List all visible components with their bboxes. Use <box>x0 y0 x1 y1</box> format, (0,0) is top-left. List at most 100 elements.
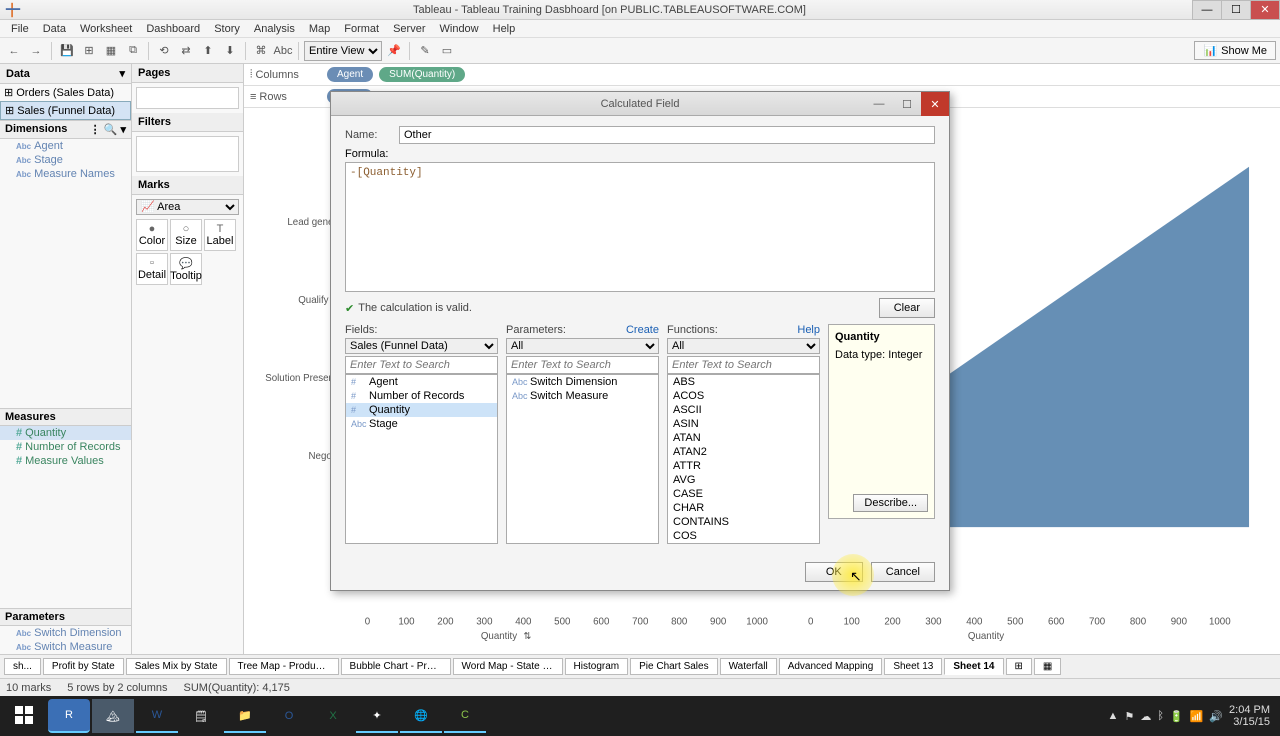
sheet-tab[interactable]: Histogram <box>565 658 629 675</box>
tray-up-icon[interactable]: ▲ <box>1108 710 1119 722</box>
taskbar-chrome[interactable]: 🌐 <box>400 699 442 733</box>
create-parameter-link[interactable]: Create <box>626 324 659 336</box>
sort-desc-button[interactable]: ⬇ <box>220 41 240 61</box>
sheet-tab[interactable]: Pie Chart Sales <box>630 658 717 675</box>
pill-agent[interactable]: Agent <box>327 67 373 82</box>
sheet-tab[interactable]: Sheet 13 <box>884 658 942 675</box>
parameter-field[interactable]: Switch Measure <box>0 640 131 654</box>
field-list-item[interactable]: #Agent <box>346 375 497 389</box>
cancel-button[interactable]: Cancel <box>871 562 935 582</box>
dimension-field[interactable]: Measure Names <box>0 167 131 181</box>
tray-bluetooth-icon[interactable]: ᛒ <box>1157 710 1164 722</box>
function-list-item[interactable]: AVG <box>668 473 819 487</box>
menu-file[interactable]: File <box>4 23 36 35</box>
clear-button[interactable]: Clear <box>879 298 935 318</box>
duplicate-button[interactable]: ⧉ <box>123 41 143 61</box>
menu-server[interactable]: Server <box>386 23 432 35</box>
field-list-item[interactable]: AbcStage <box>346 417 497 431</box>
dimension-field[interactable]: Stage <box>0 153 131 167</box>
taskbar-photos[interactable]: 🏔 <box>92 699 134 733</box>
functions-help-link[interactable]: Help <box>797 324 820 336</box>
function-list-item[interactable]: CONTAINS <box>668 515 819 529</box>
menu-map[interactable]: Map <box>302 23 337 35</box>
marks-type-select[interactable]: 📈 Area <box>136 199 239 215</box>
function-list-item[interactable]: CHAR <box>668 501 819 515</box>
group-button[interactable]: ⌘ <box>251 41 271 61</box>
fields-search-input[interactable] <box>345 356 498 374</box>
pages-shelf[interactable] <box>136 87 239 109</box>
field-list-item[interactable]: #Number of Records <box>346 389 497 403</box>
fields-list[interactable]: #Agent#Number of Records#QuantityAbcStag… <box>345 374 498 544</box>
parameter-field[interactable]: Switch Dimension <box>0 626 131 640</box>
taskbar-tableau[interactable]: ✦ <box>356 699 398 733</box>
sheet-tab[interactable]: Profit by State <box>43 658 124 675</box>
clear-shelf-button[interactable]: ⟲ <box>154 41 174 61</box>
menu-format[interactable]: Format <box>337 23 386 35</box>
new-sheet-button[interactable]: ⊞ <box>1006 658 1032 675</box>
marks-color-button[interactable]: ●Color <box>136 219 168 251</box>
taskbar-outlook[interactable]: O <box>268 699 310 733</box>
save-button[interactable]: 💾 <box>57 41 77 61</box>
new-data-button[interactable]: ⊞ <box>79 41 99 61</box>
dialog-minimize-button[interactable]: — <box>865 92 893 116</box>
funcs-search-input[interactable] <box>667 356 820 374</box>
sheet-tab[interactable]: Sheet 14 <box>944 658 1003 675</box>
menu-window[interactable]: Window <box>433 23 486 35</box>
close-button[interactable]: ✕ <box>1250 0 1280 20</box>
param-list-item[interactable]: AbcSwitch Dimension <box>507 375 658 389</box>
sheet-tab[interactable]: Tree Map - Product Sub ... <box>229 658 339 675</box>
tray-flag-icon[interactable]: ⚑ <box>1124 710 1134 723</box>
menu-dashboard[interactable]: Dashboard <box>139 23 207 35</box>
sheet-tab[interactable]: Bubble Chart - Product ... <box>341 658 451 675</box>
formula-textarea[interactable]: -[Quantity] <box>345 162 935 292</box>
data-source-item[interactable]: ⊞Sales (Funnel Data) <box>0 101 131 120</box>
label-button[interactable]: Abc <box>273 41 293 61</box>
function-list-item[interactable]: ABS <box>668 375 819 389</box>
marks-tooltip-button[interactable]: 💬Tooltip <box>170 253 202 285</box>
tray-battery-icon[interactable]: 🔋 <box>1170 710 1184 723</box>
pill-sum-quantity[interactable]: SUM(Quantity) <box>379 67 465 82</box>
marks-size-button[interactable]: ○Size <box>170 219 202 251</box>
menu-help[interactable]: Help <box>486 23 523 35</box>
data-source-item[interactable]: ⊞Orders (Sales Data) <box>0 84 131 101</box>
taskbar-excel[interactable]: X <box>312 699 354 733</box>
forward-button[interactable]: → <box>26 41 46 61</box>
dimension-field[interactable]: Agent <box>0 139 131 153</box>
tray-sync-icon[interactable]: ☁ <box>1140 710 1151 723</box>
marks-label-button[interactable]: TLabel <box>204 219 236 251</box>
taskbar-word[interactable]: W <box>136 699 178 733</box>
menu-worksheet[interactable]: Worksheet <box>73 23 139 35</box>
measure-field[interactable]: Quantity <box>0 426 131 440</box>
field-list-item[interactable]: #Quantity <box>346 403 497 417</box>
taskbar-camtasia[interactable]: C <box>444 699 486 733</box>
pin-button[interactable]: 📌 <box>384 41 404 61</box>
filters-shelf[interactable] <box>136 136 239 172</box>
minimize-button[interactable]: — <box>1192 0 1222 20</box>
taskbar-notes[interactable]: 🗒 <box>180 699 222 733</box>
params-search-input[interactable] <box>506 356 659 374</box>
highlight-button[interactable]: ✎ <box>415 41 435 61</box>
sheet-tab[interactable]: Waterfall <box>720 658 777 675</box>
function-list-item[interactable]: ACOS <box>668 389 819 403</box>
taskbar-clock[interactable]: 2:04 PM3/15/15 <box>1229 704 1270 728</box>
presentation-button[interactable]: ▭ <box>437 41 457 61</box>
params-source-select[interactable]: All <box>506 338 659 354</box>
describe-button[interactable]: Describe... <box>853 494 928 512</box>
new-dashboard-button[interactable]: ▦ <box>1034 658 1061 675</box>
show-me-button[interactable]: 📊Show Me <box>1194 41 1276 60</box>
measure-field[interactable]: Number of Records <box>0 440 131 454</box>
measure-field[interactable]: Measure Values <box>0 454 131 468</box>
function-list-item[interactable]: CASE <box>668 487 819 501</box>
new-sheet-button[interactable]: ▦ <box>101 41 121 61</box>
param-list-item[interactable]: AbcSwitch Measure <box>507 389 658 403</box>
start-button[interactable] <box>4 699 46 733</box>
sheet-tab[interactable]: Sales Mix by State <box>126 658 227 675</box>
function-list-item[interactable]: ATAN2 <box>668 445 819 459</box>
function-list-item[interactable]: ATAN <box>668 431 819 445</box>
tray-sound-icon[interactable]: 🔊 <box>1209 710 1223 723</box>
name-input[interactable] <box>399 126 935 144</box>
sheet-tab[interactable]: Word Map - State Sales <box>453 658 563 675</box>
params-list[interactable]: AbcSwitch DimensionAbcSwitch Measure <box>506 374 659 544</box>
menu-analysis[interactable]: Analysis <box>247 23 302 35</box>
function-list-item[interactable]: COS <box>668 529 819 543</box>
